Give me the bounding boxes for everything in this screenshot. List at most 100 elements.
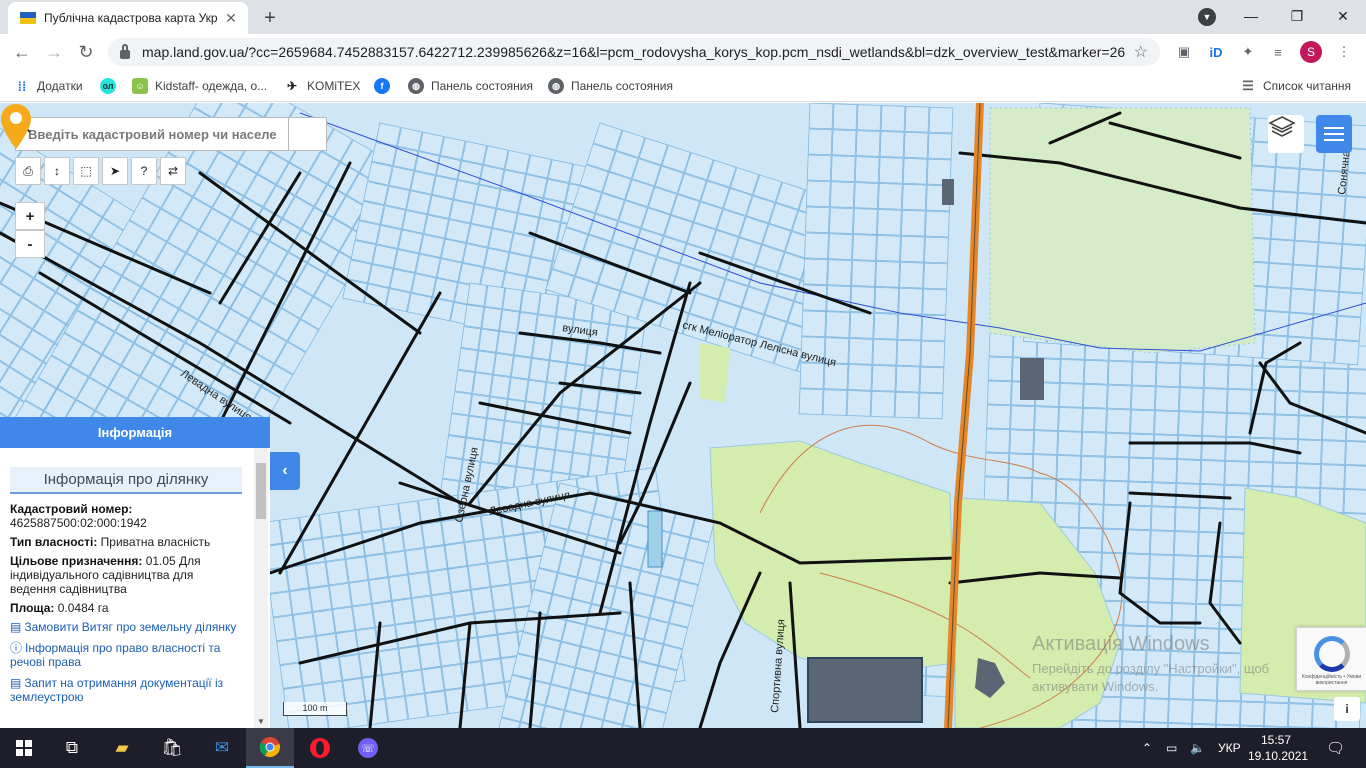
parcel: [1320, 464, 1346, 489]
show-hidden-icons[interactable]: ⌃: [1142, 728, 1152, 768]
parcel: [1219, 604, 1245, 630]
parcel: [397, 229, 424, 254]
parcel: [1129, 433, 1154, 459]
file-explorer-icon[interactable]: ▰: [98, 728, 146, 768]
reload-icon[interactable]: ↻: [74, 40, 98, 64]
parcel: [496, 189, 522, 213]
bookmark-status-1[interactable]: ◍ Панель состояния: [408, 76, 533, 96]
measure-area-icon[interactable]: ⬚: [73, 157, 99, 185]
battery-icon[interactable]: ▭: [1166, 728, 1177, 768]
reading-list[interactable]: ☰ Список читання: [1240, 76, 1351, 96]
route-icon[interactable]: ⇄: [160, 157, 186, 185]
bookmark-apps[interactable]: ⁞⁞ Додатки: [14, 76, 83, 96]
task-view-icon[interactable]: ⧉: [48, 728, 96, 768]
help-icon[interactable]: ?: [131, 157, 157, 185]
parcel: [517, 193, 544, 218]
parcel: [1264, 702, 1289, 728]
parcel: [805, 206, 830, 234]
layers-icon[interactable]: [1268, 115, 1304, 153]
bookmark-olx[interactable]: ол: [100, 76, 123, 96]
close-tab-button[interactable]: ✕: [222, 9, 240, 27]
tab-strip: Публічна кадастрова карта Укр ✕ + ▼ — ❐ …: [0, 0, 1366, 34]
parcel: [847, 364, 873, 391]
zoom-in-button[interactable]: +: [15, 202, 45, 230]
parcel: [483, 145, 509, 170]
language-indicator[interactable]: УКР: [1218, 728, 1241, 768]
parcel: [1080, 455, 1106, 481]
hamburger-menu-icon[interactable]: [1316, 115, 1352, 153]
order-extract-link[interactable]: ▤ Замовити Витяг про земельну ділянку: [10, 620, 242, 634]
tab-search-icon[interactable]: ▼: [1198, 8, 1216, 26]
map-marker-icon[interactable]: [0, 103, 32, 151]
puzzle-icon[interactable]: ✦: [1238, 42, 1258, 62]
bookmark-kidstaff[interactable]: ☺ Kidstaff- одежда, о...: [132, 76, 267, 96]
more-menu-icon[interactable]: ⋮: [1334, 42, 1354, 62]
back-arrow-icon[interactable]: ←: [10, 40, 34, 64]
parcel: [1071, 719, 1096, 728]
cursor-icon[interactable]: ➤: [102, 157, 128, 185]
parcel: [904, 105, 930, 133]
parcel: [520, 290, 541, 315]
parcel: [1269, 239, 1295, 265]
bookmark-status-2[interactable]: ◍ Панель состояния: [548, 76, 673, 96]
profile-avatar[interactable]: S: [1300, 41, 1322, 63]
bookmark-komitex[interactable]: ✈ KOMiTEX: [284, 76, 360, 96]
minimize-button[interactable]: —: [1228, 4, 1274, 28]
parcel: [927, 132, 953, 160]
parcel: [552, 450, 573, 475]
search-input[interactable]: [16, 118, 288, 150]
opera-icon[interactable]: [296, 728, 344, 768]
parcel: [358, 200, 385, 225]
parcel: [484, 285, 506, 310]
volume-icon[interactable]: 🔈: [1190, 728, 1205, 768]
address-bar[interactable]: map.land.gov.ua/?cc=2659684.7452883157.6…: [108, 38, 1160, 66]
parcel: [853, 182, 879, 209]
close-window-button[interactable]: ✕: [1320, 4, 1366, 28]
mail-icon[interactable]: ✉: [198, 728, 246, 768]
parcel: [854, 156, 880, 183]
bookmarks-bar: ⁞⁞ Додатки ол ☺ Kidstaff- одежда, о... ✈…: [0, 70, 1366, 102]
purpose-row: Цільове призначення: 01.05 Для індивідуа…: [10, 554, 242, 596]
parcel: [493, 352, 514, 377]
collapse-panel-button[interactable]: ‹: [270, 452, 300, 490]
parcel: [309, 585, 333, 612]
map-info-button[interactable]: i: [1334, 697, 1360, 721]
clock[interactable]: 15:57 19.10.2021: [1248, 732, 1308, 764]
parcel: [484, 536, 508, 564]
media-icon[interactable]: ≡: [1268, 42, 1288, 62]
parcel: [1172, 579, 1197, 604]
parcel: [1344, 196, 1366, 222]
forward-arrow-icon[interactable]: →: [42, 40, 66, 64]
parcel: [543, 178, 570, 203]
search-icon[interactable]: [16, 118, 326, 150]
recaptcha-badge[interactable]: Конфіденційність • Умови використання: [1296, 627, 1366, 691]
scrollbar-thumb[interactable]: [256, 463, 266, 519]
new-tab-button[interactable]: +: [258, 6, 282, 30]
print-icon[interactable]: ⎙: [15, 157, 41, 185]
zoom-out-button[interactable]: -: [15, 230, 45, 258]
scroll-down-arrow-icon[interactable]: ▼: [257, 717, 265, 726]
bookmark-star-icon[interactable]: ☆: [1134, 42, 1148, 62]
ownership-info-link[interactable]: ⓘ Інформація про право власності та речов…: [10, 641, 242, 669]
windows-start-icon[interactable]: [0, 728, 48, 768]
parcel: [526, 256, 553, 281]
browser-tab[interactable]: Публічна кадастрова карта Укр ✕: [8, 2, 248, 34]
bookmark-facebook[interactable]: f: [374, 76, 397, 96]
notifications-icon[interactable]: 🗨: [1326, 728, 1345, 768]
parcel: [504, 149, 531, 174]
info-panel-scrollbar[interactable]: ▼: [254, 448, 268, 728]
maximize-button[interactable]: ❐: [1274, 4, 1320, 28]
parcel: [454, 369, 476, 394]
url-text: map.land.gov.ua/?cc=2659684.7452883157.6…: [142, 44, 1126, 60]
chrome-icon[interactable]: [246, 728, 294, 768]
parcel: [1179, 363, 1205, 388]
id-extension-icon[interactable]: iD: [1206, 42, 1226, 62]
cadastral-value: 4625887500:02:000:1942: [10, 516, 147, 530]
parcel: [470, 587, 494, 614]
viber-icon[interactable]: ☏: [344, 728, 392, 768]
cadastral-map[interactable]: Левадна вулиця Левадна вулиця Озерна вул…: [0, 103, 1366, 728]
extension-icon[interactable]: ▣: [1174, 42, 1194, 62]
store-icon[interactable]: 🛍: [148, 728, 196, 768]
request-documentation-link[interactable]: ▤ Запит на отримання документації із земл…: [10, 676, 242, 704]
measure-distance-icon[interactable]: ↕: [44, 157, 70, 185]
